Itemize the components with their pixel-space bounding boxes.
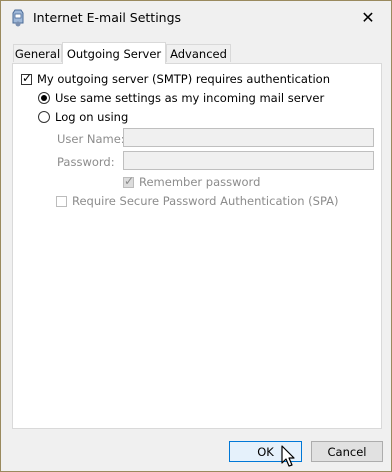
mail-settings-icon (12, 9, 24, 27)
title-bar[interactable]: Internet E-mail Settings ✕ (1, 1, 391, 37)
cancel-button[interactable]: Cancel (311, 441, 383, 462)
requires-auth-checkbox[interactable]: ✓ My outgoing server (SMTP) requires aut… (21, 70, 330, 86)
email-settings-dialog: Internet E-mail Settings ✕ General Outgo… (0, 0, 392, 472)
tab-general[interactable]: General (13, 44, 62, 62)
mouse-pointer-icon (281, 445, 295, 467)
log-on-using-label: Log on using (55, 110, 129, 124)
password-label: Password: (57, 155, 115, 169)
spa-label: Require Secure Password Authentication (… (72, 194, 339, 208)
window-title: Internet E-mail Settings (33, 10, 182, 25)
tab-outgoing-server[interactable]: Outgoing Server (62, 42, 166, 64)
outgoing-server-panel: ✓ My outgoing server (SMTP) requires aut… (12, 63, 382, 429)
radio-selected-icon (38, 92, 50, 104)
close-button[interactable]: ✕ (345, 1, 391, 33)
spa-checkbox[interactable]: Require Secure Password Authentication (… (56, 194, 339, 208)
remember-password-label: Remember password (139, 175, 261, 189)
checkbox-unchecked-disabled-icon (56, 195, 67, 207)
close-icon: ✕ (361, 7, 375, 27)
radio-unselected-icon (38, 111, 50, 123)
tab-advanced[interactable]: Advanced (166, 44, 231, 62)
remember-password-checkbox[interactable]: ✓ Remember password (123, 173, 261, 189)
user-name-label: User Name: (57, 132, 125, 146)
requires-auth-label: My outgoing server (SMTP) requires authe… (37, 72, 330, 86)
checkbox-checked-disabled-icon: ✓ (123, 173, 135, 188)
log-on-using-radio[interactable]: Log on using (38, 110, 128, 124)
same-settings-label: Use same settings as my incoming mail se… (55, 91, 325, 105)
user-name-field[interactable] (123, 128, 374, 147)
checkbox-checked-icon: ✓ (21, 70, 33, 85)
password-field[interactable] (123, 151, 374, 170)
same-settings-radio[interactable]: Use same settings as my incoming mail se… (38, 91, 324, 105)
